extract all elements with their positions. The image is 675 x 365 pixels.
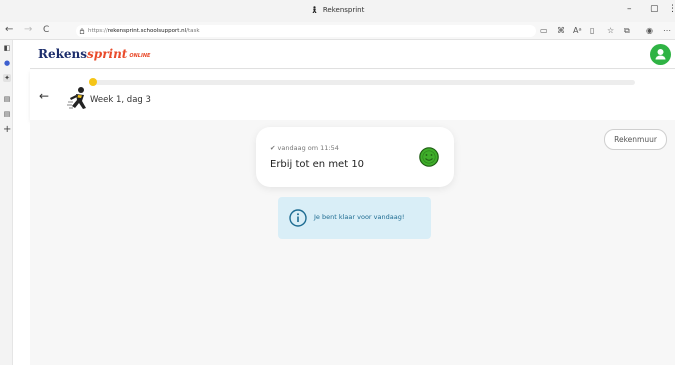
info-message: Je bent klaar voor vandaag!: [314, 213, 405, 221]
apps-icon[interactable]: ⌘: [557, 26, 565, 35]
task-content-area: Rekenmuur ✔ vandaag om 11:54 Erbij tot e…: [30, 120, 675, 365]
progress-marker: [89, 78, 97, 86]
logo-online: ONLINE: [129, 53, 151, 59]
tab-favicon-rekensprint-icon[interactable]: ✦: [3, 74, 11, 82]
vertical-tabs-sidebar: ◧ ● ✦ ▤ ▤ +: [0, 40, 13, 365]
back-arrow-icon[interactable]: ←: [39, 89, 49, 103]
url-prefix: https://: [88, 28, 108, 34]
forward-icon[interactable]: →: [24, 24, 32, 35]
logo-sprint: sprint: [87, 47, 128, 61]
smiley-icon: [419, 147, 439, 167]
week-progress-bar: [92, 80, 635, 85]
tab-favicon-1-icon[interactable]: ●: [3, 59, 11, 67]
favorites-star-icon[interactable]: ☆: [607, 26, 614, 35]
info-banner: Je bent klaar voor vandaag!: [278, 197, 431, 239]
completed-task-card[interactable]: ✔ vandaag om 11:54 Erbij tot en met 10: [256, 127, 454, 187]
restore-button[interactable]: ▢: [650, 4, 659, 14]
browser-menu-icon[interactable]: ⋯: [663, 26, 671, 35]
task-timestamp: vandaag om 11:54: [277, 144, 339, 152]
window-title: Rekensprint: [0, 6, 675, 14]
sprinter-mascot-icon: [67, 87, 86, 109]
task-subheader: ← Week 1, dag 3: [30, 70, 675, 120]
checkmark-icon: ✔: [270, 144, 276, 152]
extension-icon[interactable]: ▯: [590, 26, 594, 35]
window-titlebar: Rekensprint – ▢ ⋮: [0, 0, 675, 22]
profile-icon[interactable]: ◉: [646, 26, 653, 35]
week-day-label: Week 1, dag 3: [90, 95, 151, 105]
back-icon[interactable]: ←: [5, 24, 13, 35]
url-path: /task: [186, 28, 200, 34]
rekensprint-favicon-icon: [312, 6, 317, 13]
task-title: Erbij tot en met 10: [270, 159, 365, 170]
rekensprint-logo[interactable]: Rekenssprint ONLINE: [38, 47, 150, 61]
minimize-button[interactable]: –: [627, 4, 632, 14]
user-avatar[interactable]: [650, 44, 671, 65]
user-icon: [655, 49, 666, 60]
read-mode-icon[interactable]: ▭: [540, 26, 548, 35]
reload-icon[interactable]: C: [43, 25, 49, 35]
window-title-text: Rekensprint: [322, 6, 365, 14]
tab-actions-icon[interactable]: ◧: [3, 44, 11, 52]
tab-favicon-3-icon[interactable]: ▤: [3, 95, 11, 103]
lock-icon: [79, 28, 85, 34]
read-aloud-icon[interactable]: Aᵃ: [573, 26, 582, 35]
address-bar[interactable]: https://rekensprint.schoolsupport.nl/tas…: [76, 25, 536, 37]
window-more-button[interactable]: ⋮: [668, 4, 675, 14]
rekenmuur-button[interactable]: Rekenmuur: [604, 129, 667, 150]
app-header: Rekenssprint ONLINE: [30, 40, 675, 69]
rekensprint-app: Rekenssprint ONLINE ← Week 1, dag 3 Reken…: [30, 40, 675, 365]
task-meta: ✔ vandaag om 11:54: [270, 144, 339, 152]
collections-icon[interactable]: ⧉: [624, 26, 630, 36]
url-host: rekensprint.schoolsupport.nl: [107, 28, 187, 34]
tab-favicon-4-icon[interactable]: ▤: [3, 110, 11, 118]
logo-rekens: Rekens: [38, 47, 88, 61]
browser-toolbar: ← → C https://rekensprint.schoolsupport.…: [0, 22, 675, 40]
new-tab-icon[interactable]: +: [3, 125, 11, 135]
info-icon: [289, 209, 307, 227]
